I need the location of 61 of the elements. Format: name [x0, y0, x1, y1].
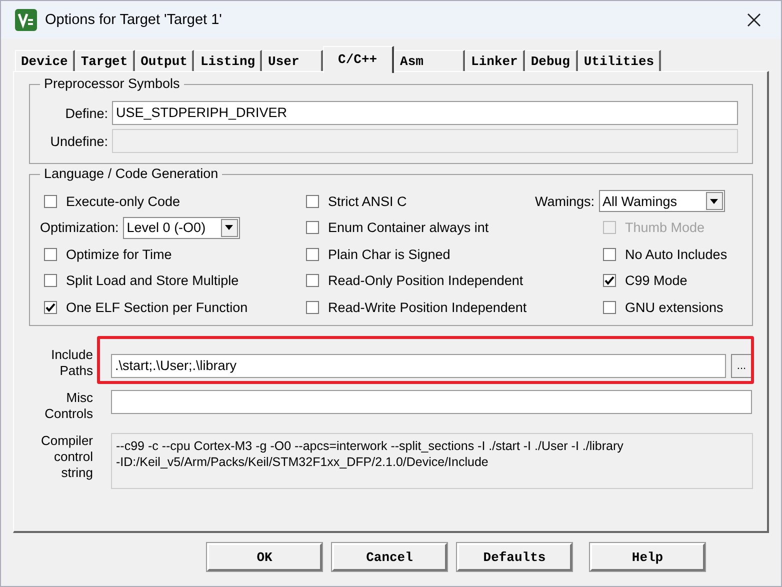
checkbox-label: Split Load and Store Multiple [66, 273, 239, 288]
checkbox[interactable] [306, 194, 319, 208]
checkbox-label: Strict ANSI C [328, 194, 407, 209]
checkbox[interactable] [603, 248, 616, 261]
browse-button[interactable]: ... [731, 354, 752, 378]
checkbox-label: C99 Mode [625, 273, 688, 288]
dialog-button[interactable]: OK [207, 543, 322, 571]
dropdown-label: Wamings: [535, 194, 595, 209]
app-logo-icon [15, 9, 37, 31]
tab[interactable]: Utilities [578, 50, 662, 71]
checkbox[interactable] [603, 300, 616, 314]
group-title: Language / Code Generation [40, 166, 222, 181]
field-label: Define: [64, 106, 108, 120]
dialog-button[interactable]: Cancel [332, 543, 447, 571]
dialog-button[interactable]: Defaults [457, 543, 572, 571]
checkbox-label: Execute-only Code [66, 194, 180, 209]
field-label: Compiler control string [40, 433, 93, 481]
checkbox[interactable] [44, 274, 57, 288]
input-field[interactable]: USE_STDPERIPH_DRIVER [112, 101, 738, 125]
input-field[interactable] [111, 390, 752, 414]
checkbox[interactable] [306, 221, 319, 234]
checkbox[interactable] [306, 300, 319, 314]
dialog-button[interactable]: Help [590, 543, 705, 571]
caret-icon [710, 198, 718, 204]
tab[interactable]: Listing [194, 50, 262, 71]
compiler-string-line: --c99 -c --cpu Cortex-M3 -g -O0 --apcs=interwork --split_sections -I ./start -I ./User -I ./library [116, 438, 624, 454]
window-title: Options for Target 'Target 1' [45, 12, 223, 28]
checkbox-label: Read-Write Position Independent [328, 300, 527, 315]
caret-icon [225, 225, 234, 230]
compiler-string-line: -ID:/Keil_v5/Arm/Packs/Keil/STM32F1xx_DFP/2.1.0/Device/Include [116, 454, 490, 470]
field-label: Misc Controls [44, 390, 93, 422]
checkbox[interactable] [603, 274, 616, 288]
tab[interactable]: C/C++ [323, 46, 394, 73]
field-label: Undefine: [49, 134, 108, 148]
tab[interactable]: User [262, 50, 324, 71]
checkbox-label: One ELF Section per Function [66, 300, 248, 315]
tab[interactable]: Device [15, 50, 75, 71]
checkbox-label: GNU extensions [625, 300, 724, 315]
checkbox[interactable] [306, 248, 319, 261]
dropdown-label: Optimization: [40, 220, 119, 236]
checkbox-label: Enum Container always int [328, 220, 489, 236]
tab[interactable]: Asm [394, 50, 466, 71]
checkbox-label: Optimize for Time [66, 246, 172, 262]
checkbox[interactable] [306, 274, 319, 288]
tab[interactable]: Output [134, 50, 194, 71]
checkbox[interactable] [44, 300, 57, 314]
tab[interactable]: Debug [524, 50, 578, 71]
dropdown[interactable]: All Wamings [598, 190, 725, 212]
checkbox-label: Thumb Mode [625, 220, 705, 236]
checkbox[interactable] [44, 194, 57, 208]
checkbox-label: No Auto Includes [625, 246, 728, 262]
close-icon[interactable] [747, 13, 761, 27]
group-title: Preprocessor Symbols [40, 76, 184, 91]
tab[interactable]: Target [74, 50, 135, 71]
checkbox[interactable] [44, 248, 57, 261]
tab[interactable]: Linker [465, 50, 525, 71]
input-field[interactable]: .\start;.\User;.\library [111, 354, 726, 378]
checkbox-label: Read-Only Position Independent [328, 273, 524, 288]
dropdown[interactable]: Level 0 (-O0) [122, 216, 240, 239]
field-label: Include Paths [50, 347, 93, 379]
checkbox-label: Plain Char is Signed [328, 246, 450, 262]
